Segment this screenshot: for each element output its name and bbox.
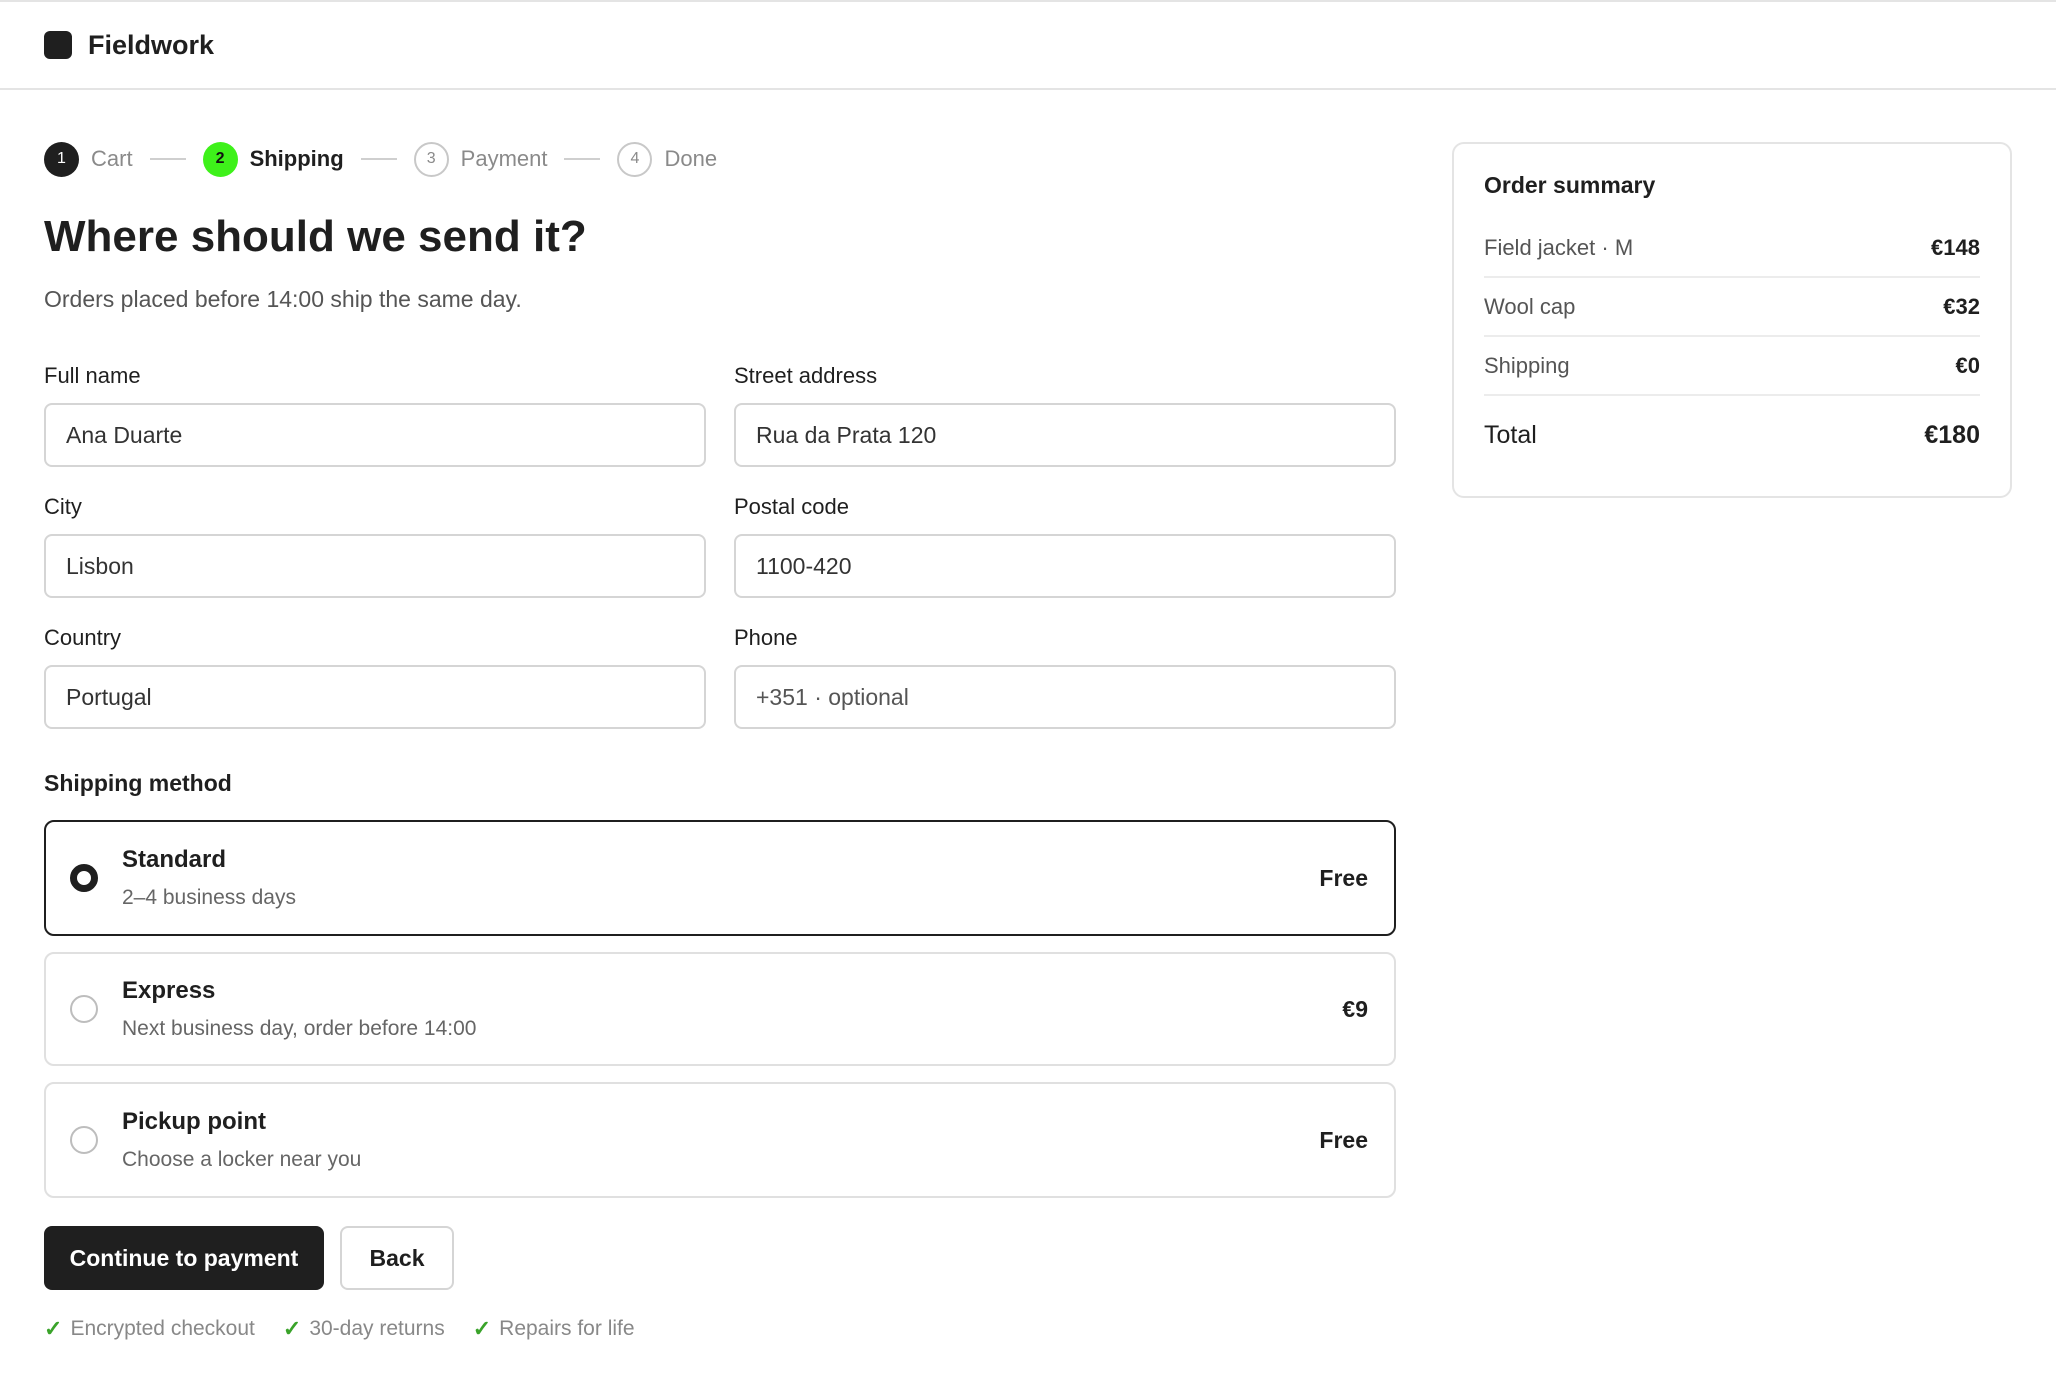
trust-item: ✓ Encrypted checkout [44,1316,255,1342]
radio-selected-icon[interactable] [70,864,98,892]
summary-item-label: Wool cap [1484,293,1576,319]
full-name-field: Full name [44,363,706,467]
option-subtitle: Next business day, order before 14:00 [122,1017,477,1040]
logo-icon [44,31,72,59]
full-name-label: Full name [44,363,141,388]
check-icon: ✓ [44,1316,63,1341]
trust-label: Encrypted checkout [70,1317,255,1340]
step-shipping: 2 Shipping [202,141,344,177]
shipping-option-express[interactable]: Express Next business day, order before … [44,952,1396,1066]
shipping-option-pickup[interactable]: Pickup point Choose a locker near you Fr… [44,1082,1396,1198]
city-label: City [44,494,82,519]
option-title: Standard [122,846,227,873]
brand-name: Fieldwork [88,29,215,60]
option-subtitle: 2–4 business days [122,886,296,909]
step-done: 4 Done [617,141,718,177]
step-separator [360,158,397,160]
option-title: Pickup point [122,1108,266,1135]
shipping-option-standard[interactable]: Standard 2–4 business days Free [44,820,1396,936]
trust-badges: ✓ Encrypted checkout ✓ 30-day returns ✓ … [44,1316,663,1342]
option-subtitle: Choose a locker near you [122,1148,362,1171]
summary-total-row: Total €180 [1484,396,1980,474]
step-number: 1 [44,141,79,177]
step-number: 2 [202,141,238,177]
order-summary-title: Order summary [1484,172,1656,198]
summary-row: Field jacket · M €148 [1484,219,1980,278]
option-price: Free [1319,864,1368,891]
summary-item-label: Shipping [1484,352,1570,378]
summary-row: Wool cap €32 [1484,278,1980,337]
phone-input[interactable] [734,665,1396,729]
top-bar: Fieldwork [0,0,2056,90]
city-input[interactable] [44,534,706,598]
option-text: Pickup point Choose a locker near you [122,1108,1319,1172]
summary-item-amount: €148 [1931,234,1980,260]
step-label: Cart [91,146,133,171]
check-icon: ✓ [472,1316,492,1341]
trust-label: 30-day returns [309,1317,445,1340]
option-price: €9 [1342,995,1368,1022]
option-text: Express Next business day, order before … [122,977,1342,1041]
back-button[interactable]: Back [340,1226,454,1290]
summary-row: Shipping €0 [1484,337,1980,396]
summary-item-amount: €0 [1955,352,1980,378]
country-label: Country [44,625,122,650]
step-label: Shipping [249,146,344,171]
summary-item-label: Field jacket · M [1484,234,1634,260]
checkout-stepper: 1 Cart 2 Shipping 3 Payment 4 Done [44,140,717,178]
step-label: Done [664,146,718,171]
postal-code-field: Postal code [734,494,1396,598]
summary-total-label: Total [1484,420,1537,449]
shipping-method-title: Shipping method [44,770,232,796]
step-number: 4 [617,141,653,177]
summary-item-amount: €32 [1943,293,1980,319]
continue-to-payment-button[interactable]: Continue to payment [44,1226,324,1290]
page-subtitle: Orders placed before 14:00 ship the same… [44,286,522,312]
country-input[interactable] [44,665,706,729]
option-price: Free [1319,1126,1368,1153]
postal-code-label: Postal code [734,494,849,519]
summary-total-amount: €180 [1924,420,1980,449]
phone-label: Phone [734,625,798,650]
step-cart[interactable]: 1 Cart [44,141,133,177]
postal-code-input[interactable] [734,534,1396,598]
street-address-label: Street address [734,363,878,388]
option-text: Standard 2–4 business days [122,846,1319,910]
step-payment: 3 Payment [413,141,548,177]
country-field: Country [44,625,706,729]
step-label: Payment [460,146,548,171]
street-address-input[interactable] [734,403,1396,467]
trust-label: Repairs for life [499,1317,635,1340]
step-number: 3 [413,141,449,177]
step-separator [149,158,186,160]
order-summary-card: Order summary Field jacket · M €148 Wool… [1452,142,2012,498]
page-title: Where should we send it? [44,212,587,261]
radio-icon[interactable] [70,1126,98,1154]
check-icon: ✓ [282,1316,302,1341]
street-address-field: Street address [734,363,1396,467]
phone-field: Phone [734,625,1396,729]
radio-icon[interactable] [70,995,98,1023]
city-field: City [44,494,706,598]
trust-item: ✓ 30-day returns [283,1316,445,1342]
option-title: Express [122,977,216,1004]
trust-item: ✓ Repairs for life [473,1316,635,1342]
step-separator [564,158,601,160]
full-name-input[interactable] [44,403,706,467]
